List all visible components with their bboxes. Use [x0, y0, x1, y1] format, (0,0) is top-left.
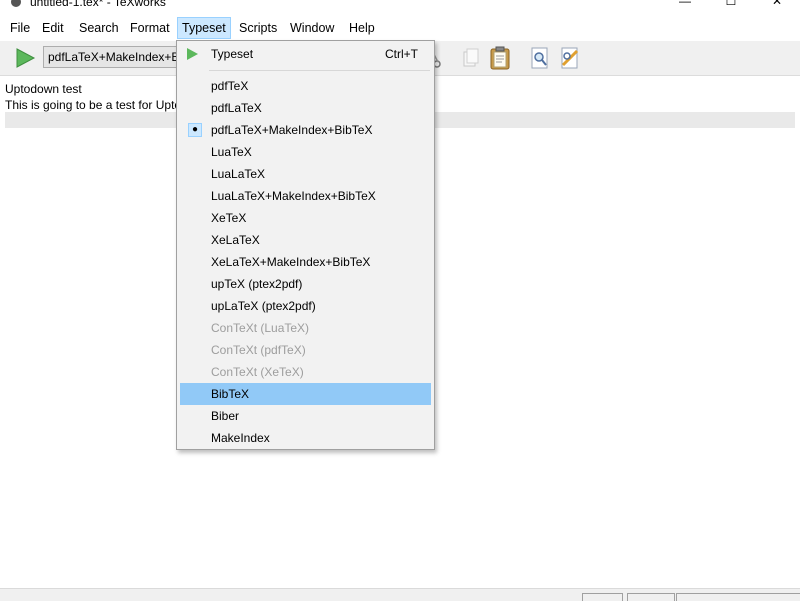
menu-format[interactable]: Format: [126, 18, 174, 38]
menu-item-context-luatex[interactable]: ConTeXt (LuaTeX): [180, 317, 431, 339]
typeset-menu-dropdown: Typeset Ctrl+T pdfTeX pdfLaTeX ● pdfLaTe…: [176, 40, 435, 450]
menu-item-label: MakeIndex: [211, 431, 270, 445]
menu-edit[interactable]: Edit: [38, 18, 68, 38]
menu-item-lualatex-makeindex-bibtex[interactable]: LuaLaTeX+MakeIndex+BibTeX: [180, 185, 431, 207]
menu-item-label: pdfLaTeX+MakeIndex+BibTeX: [211, 123, 373, 137]
typeset-play-icon: [187, 48, 198, 60]
menu-item-label: pdfTeX: [211, 79, 249, 93]
menu-item-luatex[interactable]: LuaTeX: [180, 141, 431, 163]
menu-item-label: LuaLaTeX: [211, 167, 266, 181]
menu-item-label: upLaTeX (ptex2pdf): [211, 299, 316, 313]
menu-item-label: Biber: [211, 409, 240, 423]
maximize-button[interactable]: ☐: [708, 0, 754, 12]
menu-item-label: XeLaTeX: [211, 233, 260, 247]
menu-item-bibtex[interactable]: BibTeX: [180, 383, 431, 405]
menu-window[interactable]: Window: [286, 18, 338, 38]
replace-icon[interactable]: [557, 45, 583, 71]
menu-file[interactable]: File: [6, 18, 34, 38]
menu-item-label: ConTeXt (pdfTeX): [211, 343, 306, 357]
menu-item-label: Typeset: [211, 47, 254, 61]
paste-icon[interactable]: [487, 45, 513, 71]
menu-typeset[interactable]: Typeset: [177, 17, 231, 39]
menu-item-makeindex[interactable]: MakeIndex: [180, 427, 431, 449]
menu-bar: File Edit Search Format Typeset Scripts …: [0, 15, 800, 41]
menu-item-uplatex[interactable]: upLaTeX (ptex2pdf): [180, 295, 431, 317]
selected-bullet-icon: ●: [188, 123, 202, 137]
texworks-app-icon: [11, 0, 21, 7]
menu-item-label: LuaLaTeX+MakeIndex+BibTeX: [211, 189, 376, 203]
status-bar: [0, 588, 800, 601]
menu-item-lualatex[interactable]: LuaLaTeX: [180, 163, 431, 185]
menu-item-label: LuaTeX: [211, 145, 252, 159]
menu-item-biber[interactable]: Biber: [180, 405, 431, 427]
menu-item-label: ConTeXt (XeTeX): [211, 365, 304, 379]
close-button[interactable]: ✕: [754, 0, 800, 12]
menu-item-pdflatex-makeindex-bibtex[interactable]: ● pdfLaTeX+MakeIndex+BibTeX: [180, 119, 431, 141]
title-bar: untitled-1.tex* - TeXworks — ☐ ✕: [0, 0, 800, 13]
menu-scripts[interactable]: Scripts: [235, 18, 281, 38]
menu-item-label: upTeX (ptex2pdf): [211, 277, 303, 291]
menu-item-label: BibTeX: [211, 387, 250, 401]
menu-item-xetex[interactable]: XeTeX: [180, 207, 431, 229]
menu-item-context-pdftex[interactable]: ConTeXt (pdfTeX): [180, 339, 431, 361]
typeset-play-icon[interactable]: [14, 47, 36, 69]
menu-item-pdflatex[interactable]: pdfLaTeX: [180, 97, 431, 119]
menu-item-xelatex[interactable]: XeLaTeX: [180, 229, 431, 251]
menu-item-label: pdfLaTeX: [211, 101, 262, 115]
menu-item-typeset[interactable]: Typeset Ctrl+T: [180, 43, 431, 65]
menu-item-pdftex[interactable]: pdfTeX: [180, 75, 431, 97]
window-title: untitled-1.tex* - TeXworks: [30, 0, 166, 9]
minimize-button[interactable]: —: [662, 0, 708, 12]
menu-search[interactable]: Search: [75, 18, 123, 38]
menu-help[interactable]: Help: [345, 18, 379, 38]
menu-item-context-xetex[interactable]: ConTeXt (XeTeX): [180, 361, 431, 383]
menu-item-xelatex-makeindex-bibtex[interactable]: XeLaTeX+MakeIndex+BibTeX: [180, 251, 431, 273]
menu-item-label: XeTeX: [211, 211, 247, 225]
menu-item-shortcut: Ctrl+T: [385, 47, 418, 61]
find-icon[interactable]: [527, 45, 553, 71]
menu-item-label: ConTeXt (LuaTeX): [211, 321, 310, 335]
editor-line-1: Uptodown test: [5, 82, 82, 96]
menu-separator: [209, 70, 430, 71]
copy-icon[interactable]: [458, 45, 484, 71]
menu-item-uptex[interactable]: upTeX (ptex2pdf): [180, 273, 431, 295]
menu-item-label: XeLaTeX+MakeIndex+BibTeX: [211, 255, 371, 269]
